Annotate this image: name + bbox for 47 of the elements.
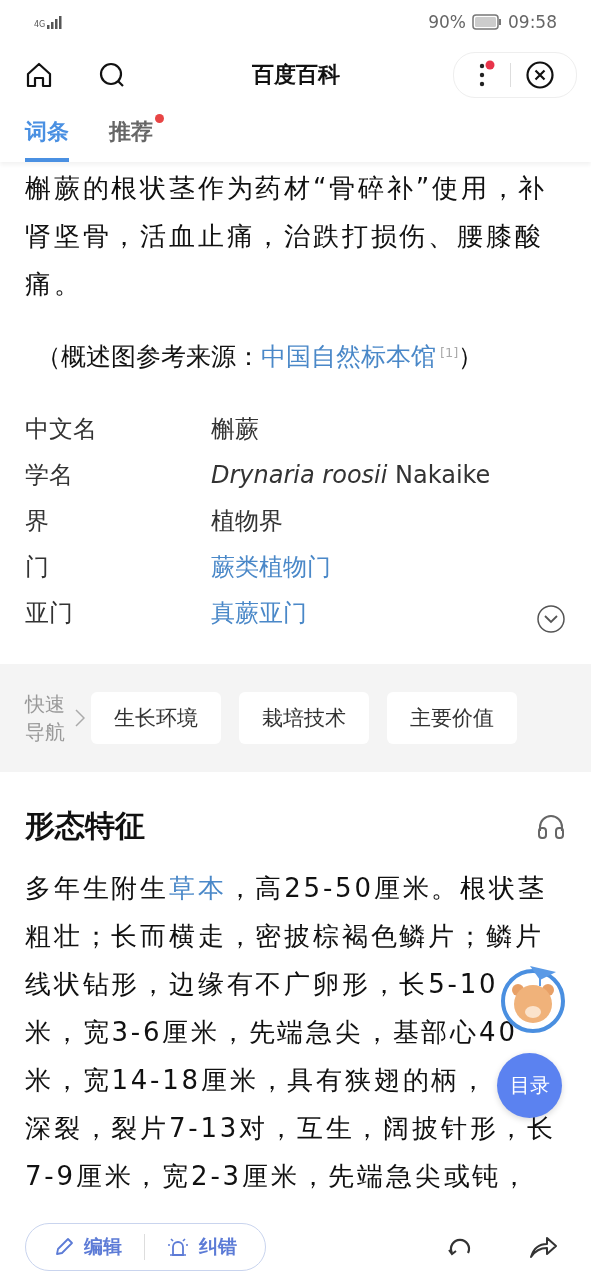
info-label: 学名 <box>25 460 74 491</box>
quick-nav-chip[interactable]: 生长环境 <box>91 692 221 744</box>
info-label: 门 <box>25 552 50 583</box>
info-link[interactable]: 蕨类植物门 <box>211 551 331 583</box>
info-link[interactable]: 真蕨亚门 <box>211 597 307 629</box>
summary-text: 肾坚骨，活血止痛，治跌打损伤、腰膝酸 <box>25 220 544 253</box>
reference-mark[interactable]: [1] <box>440 345 459 360</box>
source-text: （概述图参考来源： <box>36 342 261 371</box>
info-value: 槲蕨 <box>211 414 259 445</box>
chevron-right-icon <box>75 709 85 727</box>
report-error-button[interactable]: 纠错 <box>159 1234 245 1260</box>
alarm-icon <box>167 1237 189 1257</box>
tab[interactable]: 词条 <box>25 106 69 162</box>
summary-text: 痛。 <box>25 268 83 301</box>
source-text: ） <box>458 342 484 371</box>
source-link[interactable]: 中国自然标本馆 <box>261 342 436 371</box>
body-text: 粗壮；长而横走，密披棕褐色鳞片；鳞片 <box>25 920 544 953</box>
section-title: 形态特征 <box>25 807 145 845</box>
search-icon[interactable] <box>98 61 126 89</box>
info-value: 植物界 <box>211 506 283 537</box>
info-label: 界 <box>25 506 50 537</box>
edit-button[interactable]: 编辑 <box>46 1234 130 1260</box>
headphones-icon[interactable] <box>537 813 565 839</box>
page-title: 百度百科 <box>251 61 340 89</box>
tab[interactable]: 推荐 <box>109 106 164 162</box>
clock: 09:58 <box>508 12 557 32</box>
quick-nav-chip[interactable]: 栽培技术 <box>239 692 369 744</box>
body-text: 多年生附生 <box>25 873 169 903</box>
home-icon[interactable] <box>25 61 53 89</box>
quick-nav-chip[interactable]: 主要价值 <box>387 692 517 744</box>
body-text: 线状钻形，边缘有不广卵形，长5-10 <box>25 968 499 1001</box>
body-text: 米，宽3-6厘米，先端急尖，基部心40 <box>25 1016 518 1049</box>
body-text: 7-9厘米，宽2-3厘米，先端急尖或钝， <box>25 1160 530 1193</box>
term-link[interactable]: 草本 <box>169 873 227 903</box>
expand-icon[interactable] <box>536 604 566 634</box>
info-value: Drynaria roosii Nakaike <box>211 461 491 489</box>
close-icon[interactable] <box>524 60 555 90</box>
body-text: 米，宽14-18厘米，具有狭翅的柄， <box>25 1064 489 1097</box>
info-label: 中文名 <box>25 414 98 445</box>
battery-icon <box>472 14 502 30</box>
network-label: 4G <box>34 20 46 29</box>
summary-text: 槲蕨的根状茎作为药材“骨碎补”使用，补 <box>25 172 548 205</box>
pencil-icon <box>54 1237 74 1257</box>
info-label: 亚门 <box>25 598 74 629</box>
body-text: ，高25-50厘米。根状茎 <box>226 873 547 903</box>
quick-nav-label: 快速导航 <box>25 691 66 746</box>
battery-percent: 90% <box>428 12 466 32</box>
